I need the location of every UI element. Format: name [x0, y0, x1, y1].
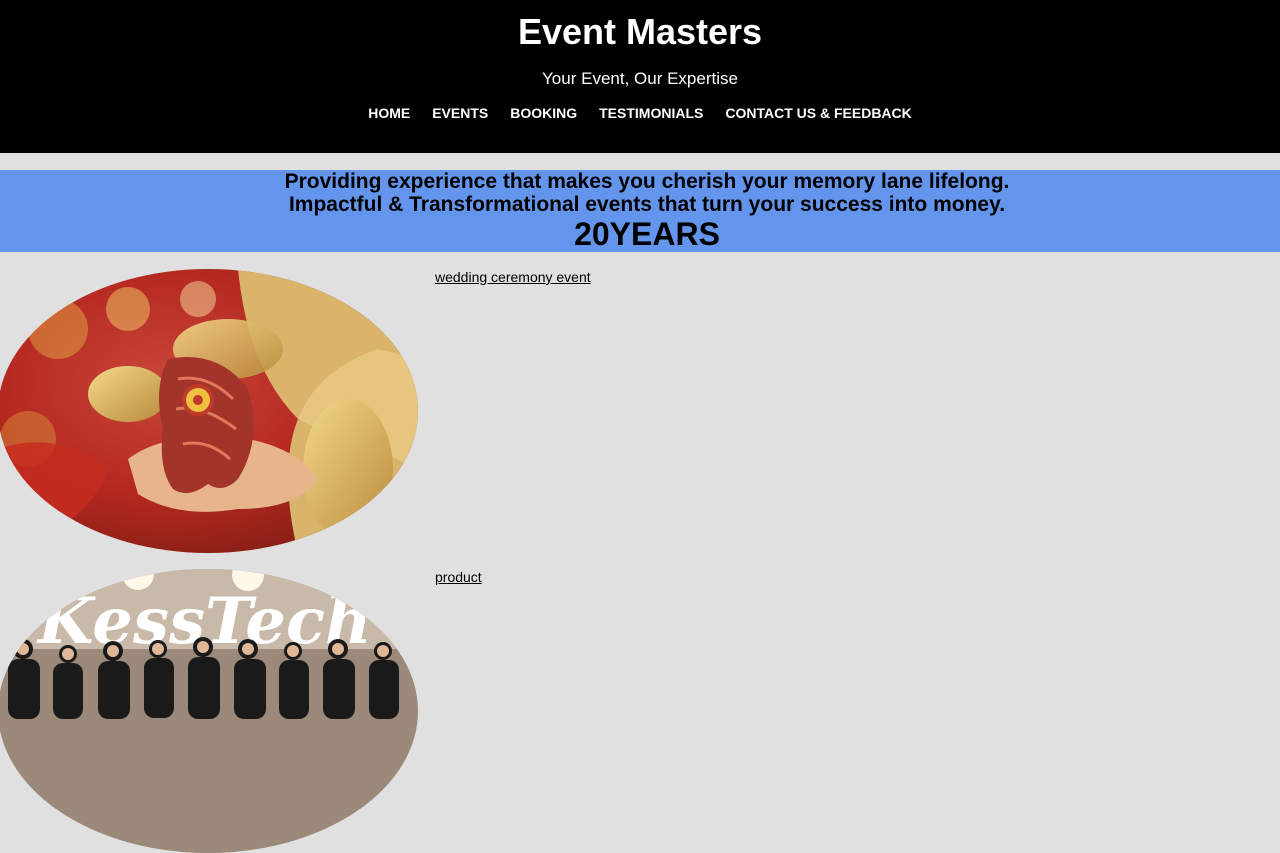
main-nav: HOME EVENTS BOOKING TESTIMONIALS CONTACT…	[0, 104, 1280, 122]
site-header: Event Masters Your Event, Our Expertise …	[0, 0, 1280, 153]
site-title: Event Masters	[517, 11, 763, 52]
nav-contact-feedback[interactable]: CONTACT US & FEEDBACK	[725, 104, 911, 122]
event-link-wedding[interactable]: wedding ceremony event	[435, 269, 591, 285]
site-tagline: Your Event, Our Expertise	[542, 69, 738, 88]
banner-line-1: Providing experience that makes you cher…	[284, 170, 1010, 193]
banner-line-2: Impactful & Transformational events that…	[288, 193, 1006, 216]
wedding-hands-photo	[0, 269, 418, 553]
event-link-product[interactable]: product	[435, 569, 482, 585]
hero-banner: Providing experience that makes you cher…	[0, 170, 1280, 252]
nav-booking[interactable]: BOOKING	[510, 104, 577, 122]
banner-years: 20YEARS	[574, 216, 720, 252]
nav-events[interactable]: EVENTS	[432, 104, 488, 122]
kesstech-team-photo: KessTech	[0, 569, 418, 853]
nav-home[interactable]: HOME	[368, 104, 410, 122]
nav-testimonials[interactable]: TESTIMONIALS	[599, 104, 703, 122]
